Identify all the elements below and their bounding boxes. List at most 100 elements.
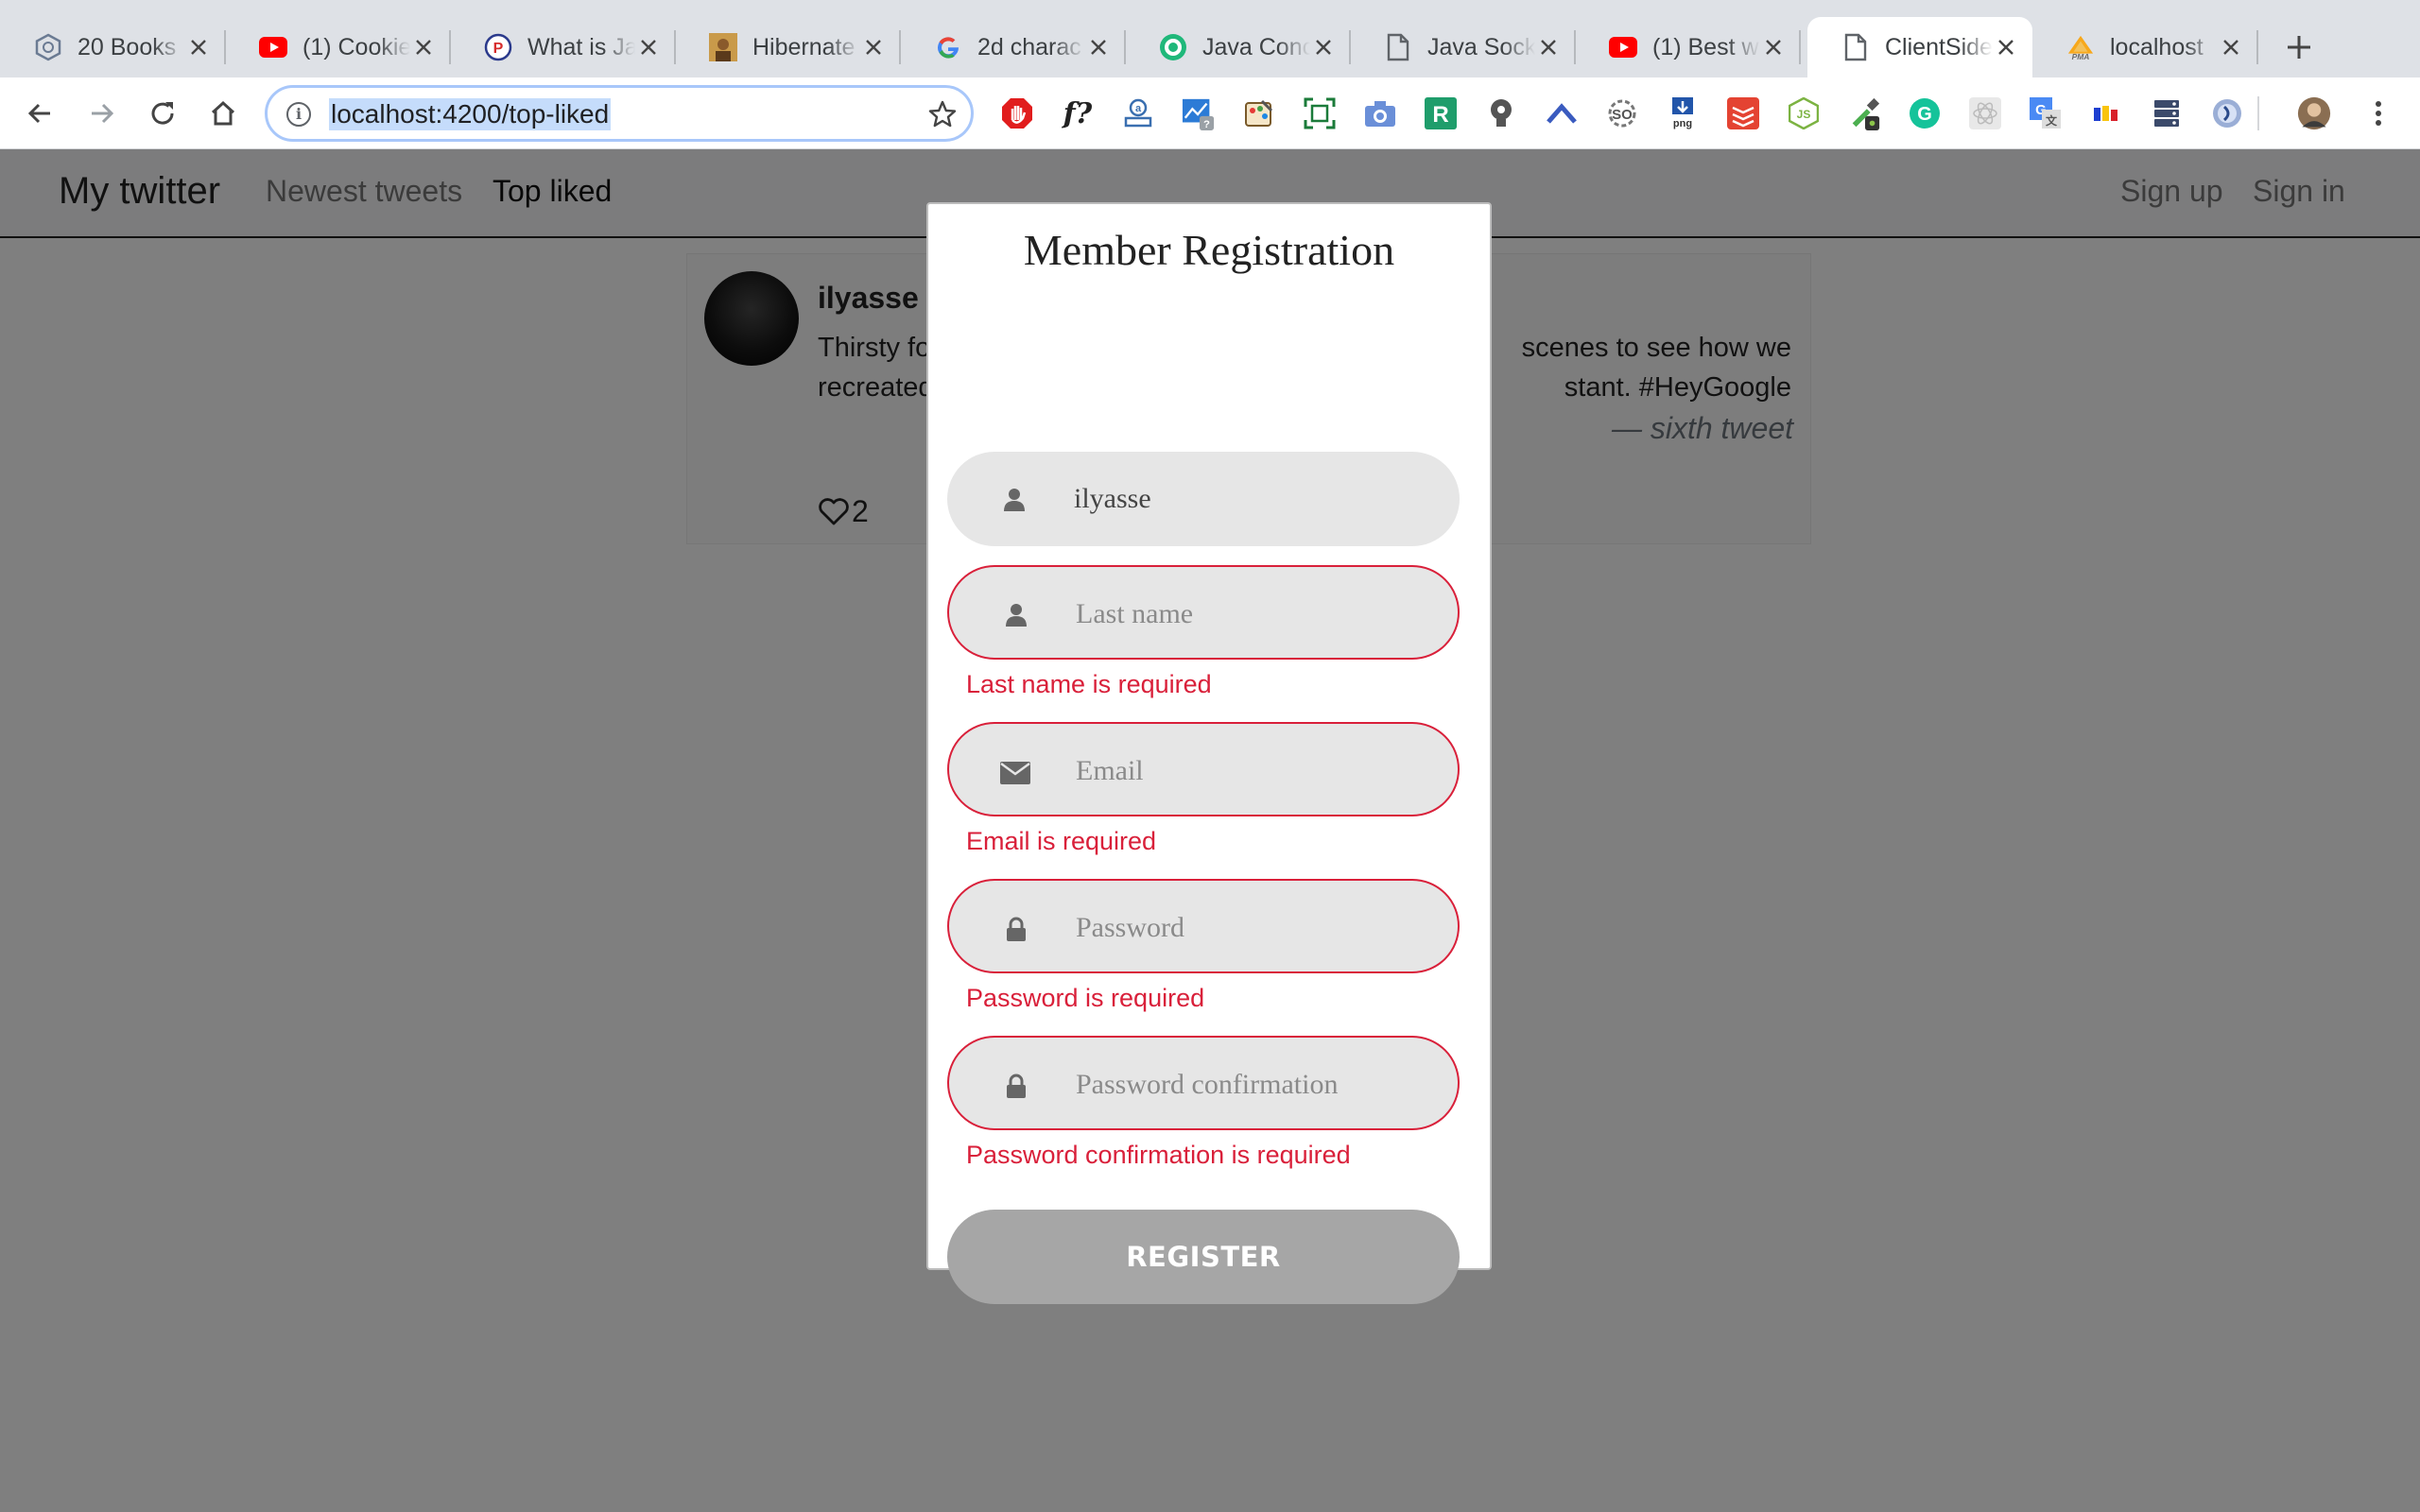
tab-title: Hibernate xyxy=(752,33,856,60)
svg-text:PMA: PMA xyxy=(2072,52,2090,61)
close-icon[interactable] xyxy=(1310,34,1337,60)
password-confirmation-input[interactable] xyxy=(1076,1058,1426,1111)
browser-tab[interactable]: (1) Cookie xyxy=(225,17,451,77)
svg-text:SO: SO xyxy=(1612,107,1633,123)
eyedropper-icon[interactable] xyxy=(1847,96,1881,130)
palette-icon[interactable] xyxy=(1242,96,1276,130)
menu-dots-icon[interactable] xyxy=(2361,96,2395,130)
last-name-field[interactable] xyxy=(947,565,1460,660)
browser-tab[interactable]: (1) Best w xyxy=(1575,17,1801,77)
youtube-icon xyxy=(259,33,287,61)
todoist-icon[interactable] xyxy=(1726,96,1760,130)
user-icon xyxy=(1004,603,1028,627)
email-error: Email is required xyxy=(966,827,1157,855)
svg-text:?: ? xyxy=(1203,119,1210,130)
react-icon[interactable] xyxy=(1968,96,2002,130)
email-input[interactable] xyxy=(1076,745,1426,798)
extension-icon[interactable]: a xyxy=(1121,96,1155,130)
green-circle-icon xyxy=(1159,33,1187,61)
youtube-icon xyxy=(1609,33,1637,61)
whatfont-icon[interactable]: f? xyxy=(1061,96,1095,130)
translate-icon[interactable]: G文 xyxy=(2029,96,2063,130)
analytics-icon[interactable]: ? xyxy=(1182,96,1216,130)
close-icon[interactable] xyxy=(1993,34,2019,60)
tab-title: ClientSide xyxy=(1885,33,1993,60)
svg-text:R: R xyxy=(1432,102,1448,128)
home-button[interactable] xyxy=(202,93,244,134)
svg-text:文: 文 xyxy=(2046,113,2058,128)
browser-tab[interactable]: P What is Ja xyxy=(450,17,676,77)
nodejs-icon[interactable]: JS xyxy=(1787,96,1821,130)
password-error: Password is required xyxy=(966,984,1205,1012)
password-confirmation-error: Password confirmation is required xyxy=(966,1141,1351,1169)
profile-avatar-icon[interactable] xyxy=(2297,96,2331,130)
browser-tab[interactable]: Java Conc xyxy=(1125,17,1351,77)
loop-icon[interactable] xyxy=(2210,96,2244,130)
lock-icon xyxy=(1004,1074,1028,1098)
browser-tab[interactable]: 2d charac xyxy=(900,17,1126,77)
browser-tab[interactable]: Java Sock xyxy=(1350,17,1576,77)
envelope-icon xyxy=(1000,762,1030,786)
camera-icon[interactable] xyxy=(1363,96,1397,130)
adblock-icon[interactable] xyxy=(1000,96,1034,130)
document-icon xyxy=(1384,33,1412,61)
new-tab-button[interactable] xyxy=(2278,26,2320,68)
tab-title: (1) Best w xyxy=(1652,33,1759,60)
address-url[interactable]: localhost:4200/top-liked xyxy=(329,98,612,130)
close-icon[interactable] xyxy=(1760,34,1787,60)
bulb-icon[interactable] xyxy=(1484,96,1518,130)
close-icon[interactable] xyxy=(1085,34,1112,60)
lock-icon xyxy=(1004,917,1028,941)
server-icon[interactable] xyxy=(2150,96,2184,130)
tab-title: (1) Cookie xyxy=(302,33,410,60)
password-field[interactable] xyxy=(947,879,1460,973)
close-icon[interactable] xyxy=(185,34,212,60)
close-icon[interactable] xyxy=(860,34,887,60)
user-icon xyxy=(1002,488,1027,512)
browser-tab[interactable]: Hibernate xyxy=(675,17,901,77)
browser-tab[interactable]: PMA localhost xyxy=(2032,17,2258,77)
close-icon[interactable] xyxy=(2218,34,2244,60)
so-icon[interactable]: SO xyxy=(1605,96,1639,130)
bookmark-star-icon[interactable] xyxy=(927,99,958,129)
password-confirmation-field[interactable] xyxy=(947,1036,1460,1130)
color-icon[interactable] xyxy=(2089,96,2123,130)
tab-title: Java Conc xyxy=(1202,33,1310,60)
close-icon[interactable] xyxy=(635,34,662,60)
back-button[interactable] xyxy=(19,93,60,134)
email-field[interactable] xyxy=(947,722,1460,816)
png-icon[interactable]: png xyxy=(1666,96,1700,130)
svg-text:png: png xyxy=(1673,118,1692,129)
register-button[interactable]: REGISTER xyxy=(947,1210,1460,1304)
browser-tab[interactable]: 20 Books xyxy=(0,17,226,77)
p-badge-icon: P xyxy=(484,33,512,61)
browser-tabstrip: 20 Books (1) Cookie P What is Ja Hiberna… xyxy=(0,0,2420,77)
browser-toolbar: i localhost:4200/top-liked f? a ? R SO p… xyxy=(0,77,2420,149)
screenshot-icon[interactable] xyxy=(1303,96,1337,130)
svg-text:a: a xyxy=(1135,103,1142,114)
last-name-input[interactable] xyxy=(1076,588,1426,641)
tab-title: What is Ja xyxy=(527,33,635,60)
reload-button[interactable] xyxy=(142,93,183,134)
address-bar[interactable]: i localhost:4200/top-liked xyxy=(265,85,974,142)
close-icon[interactable] xyxy=(410,34,437,60)
first-name-field[interactable] xyxy=(947,452,1460,546)
forward-button[interactable] xyxy=(81,93,123,134)
web-page: My twitter Newest tweets Top liked Sign … xyxy=(0,149,2420,1512)
chevron-up-icon[interactable] xyxy=(1545,96,1579,130)
browser-tab-active[interactable]: ClientSide xyxy=(1807,17,2032,77)
info-icon[interactable]: i xyxy=(286,102,311,127)
modal-title: Member Registration xyxy=(1023,226,1395,274)
r-icon[interactable]: R xyxy=(1424,96,1458,130)
google-icon xyxy=(934,33,962,61)
registration-modal: Member Registration Last name is require… xyxy=(926,202,1492,1304)
svg-text:P: P xyxy=(493,41,504,57)
close-icon[interactable] xyxy=(1535,34,1562,60)
grammarly-icon[interactable]: G xyxy=(1908,96,1942,130)
password-input[interactable] xyxy=(1076,902,1426,954)
svg-text:G: G xyxy=(1917,104,1932,125)
person-photo-icon xyxy=(709,33,737,61)
last-name-error: Last name is required xyxy=(966,670,1212,698)
first-name-input[interactable] xyxy=(1074,472,1424,525)
tab-title: localhost xyxy=(2110,33,2204,60)
